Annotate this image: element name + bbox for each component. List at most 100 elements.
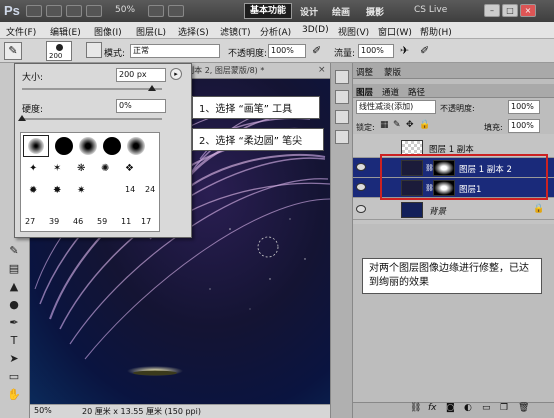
tab-layers[interactable]: 图层 [356, 86, 373, 98]
minimize-button[interactable]: – [484, 4, 500, 17]
brush-tool-icon[interactable]: ✎ [7, 244, 21, 258]
opacity-field[interactable]: 100% [268, 44, 306, 58]
layer-style-icon[interactable]: fx [428, 403, 437, 413]
screen-mode-icon[interactable] [168, 5, 184, 17]
link-layers-icon[interactable]: ⛓ [410, 403, 421, 413]
brush-tip-icon[interactable]: ❖ [125, 163, 134, 174]
brush-size-slider-track[interactable] [22, 88, 162, 90]
visibility-eye-icon[interactable] [356, 163, 366, 171]
brush-tip-icon[interactable]: ✦ [29, 163, 37, 174]
cs-live-button[interactable]: CS Live [414, 5, 447, 15]
pen-tool-icon[interactable]: ✒ [7, 316, 21, 330]
menu-filter[interactable]: 滤镜(T) [220, 25, 251, 38]
zoom-level-select[interactable]: 50% [115, 5, 135, 15]
tab-masks[interactable]: 蒙版 [384, 66, 401, 78]
menu-analysis[interactable]: 分析(A) [260, 25, 291, 38]
menu-window[interactable]: 窗口(W) [378, 25, 412, 38]
type-tool-icon[interactable]: T [7, 334, 21, 348]
shape-tool-icon[interactable]: ▭ [7, 370, 21, 384]
menu-image[interactable]: 图像(I) [94, 25, 122, 38]
layer-row[interactable]: 背景 🔒 [353, 200, 554, 220]
soft-round-tip-selected[interactable] [23, 135, 49, 157]
menu-edit[interactable]: 编辑(E) [50, 25, 81, 38]
brush-size-field[interactable]: 200 px [116, 68, 166, 82]
tab-paths[interactable]: 路径 [408, 86, 425, 98]
pressure-size-icon[interactable]: ✐ [420, 44, 429, 57]
brush-tip-icon[interactable]: ❋ [77, 163, 85, 174]
soft-round-tip-3[interactable] [127, 137, 145, 155]
hand-tool-icon[interactable]: ✋ [7, 388, 21, 402]
adjustment-layer-icon[interactable]: ◐ [464, 403, 472, 413]
document-close-icon[interactable]: × [318, 65, 326, 75]
brush-hardness-slider-track[interactable] [22, 118, 162, 120]
tab-channels[interactable]: 通道 [382, 86, 399, 98]
hand-tool-icon[interactable] [86, 5, 102, 17]
hard-round-tip-2[interactable] [103, 137, 121, 155]
blur-tool-icon[interactable]: ▲ [7, 280, 21, 294]
callout-step-1: 1、选择 “画笔” 工具 [192, 96, 320, 119]
flow-field[interactable]: 100% [358, 44, 394, 58]
pressure-opacity-icon[interactable]: ✐ [312, 44, 321, 57]
lock-image-icon[interactable]: ✎ [393, 120, 401, 130]
visibility-eye-icon[interactable] [356, 183, 366, 191]
view-extras-icon[interactable] [66, 5, 82, 17]
layer-opacity-field[interactable]: 100% [508, 100, 540, 114]
minibridge-icon[interactable] [46, 5, 62, 17]
brush-size-slider-thumb[interactable] [148, 85, 156, 91]
workspace-photography-button[interactable]: 摄影 [366, 5, 384, 18]
brush-tip-icon[interactable]: ✶ [53, 163, 61, 174]
maximize-button[interactable]: □ [502, 4, 518, 17]
fill-label: 填充: [484, 123, 503, 132]
dodge-tool-icon[interactable]: ● [7, 298, 21, 312]
brush-hardness-field[interactable]: 0% [116, 99, 166, 113]
callout-step-2: 2、选择 “柔边圆” 笔尖 [192, 128, 324, 151]
menu-select[interactable]: 选择(S) [178, 25, 209, 38]
new-layer-icon[interactable]: ❐ [500, 403, 508, 413]
workspace-design-button[interactable]: 设计 [300, 5, 318, 18]
workspace-painting-button[interactable]: 绘画 [332, 5, 350, 18]
brush-tip-icon[interactable]: ✺ [101, 163, 109, 174]
menu-3d[interactable]: 3D(D) [302, 25, 329, 35]
brush-tool-preset-icon[interactable]: ✎ [4, 42, 22, 60]
group-folder-icon[interactable]: ▭ [482, 403, 491, 413]
history-panel-icon[interactable] [335, 70, 349, 84]
info-panel-icon[interactable] [335, 110, 349, 124]
lock-all-icon[interactable]: 🔒 [419, 120, 430, 130]
brush-tip-size: 24 [145, 185, 156, 194]
status-document-size: 20 厘米 x 13.55 厘米 (150 ppi) [82, 407, 201, 416]
workspace-essentials-button[interactable]: 基本功能 [244, 3, 292, 19]
close-button[interactable]: × [520, 4, 536, 17]
soft-round-tip-2[interactable] [79, 137, 97, 155]
properties-panel-icon[interactable] [335, 90, 349, 104]
tab-adjustments[interactable]: 调整 [356, 66, 373, 78]
arrange-documents-icon[interactable] [148, 5, 164, 17]
gradient-tool-icon[interactable]: ▤ [7, 262, 21, 276]
mode-select[interactable]: 正常 [130, 44, 220, 58]
brush-tip-size: 59 [97, 217, 108, 226]
fill-field[interactable]: 100% [508, 119, 540, 133]
lock-transparent-icon[interactable]: ▦ [380, 120, 389, 130]
brush-panel-icon[interactable] [335, 130, 349, 144]
brush-popup-menu-icon[interactable]: ▸ [170, 68, 182, 80]
brush-panel-toggle-icon[interactable] [86, 42, 102, 58]
brush-hardness-slider-thumb[interactable] [18, 115, 26, 121]
menu-file[interactable]: 文件(F) [6, 25, 36, 38]
visibility-eye-icon[interactable] [356, 205, 366, 213]
menu-help[interactable]: 帮助(H) [420, 25, 452, 38]
brush-tip-size: 27 [25, 217, 36, 226]
add-mask-icon[interactable]: ◙ [446, 403, 455, 413]
blend-mode-select[interactable]: 线性减淡(添加) [356, 100, 436, 114]
delete-layer-icon[interactable]: 🗑 [518, 403, 529, 413]
brush-preset-picker[interactable]: 200 [46, 41, 72, 61]
brush-tip-icon[interactable]: ✹ [29, 185, 37, 196]
menu-layer[interactable]: 图层(L) [136, 25, 166, 38]
airbrush-icon[interactable]: ✈ [400, 44, 409, 57]
path-selection-tool-icon[interactable]: ➤ [7, 352, 21, 366]
status-zoom[interactable]: 50% [34, 406, 52, 415]
brush-tip-icon[interactable]: ✷ [77, 185, 85, 196]
hard-round-tip[interactable] [55, 137, 73, 155]
brush-tip-icon[interactable]: ✸ [53, 185, 61, 196]
menu-view[interactable]: 视图(V) [338, 25, 369, 38]
lock-position-icon[interactable]: ✥ [406, 120, 414, 130]
bridge-icon[interactable] [26, 5, 42, 17]
